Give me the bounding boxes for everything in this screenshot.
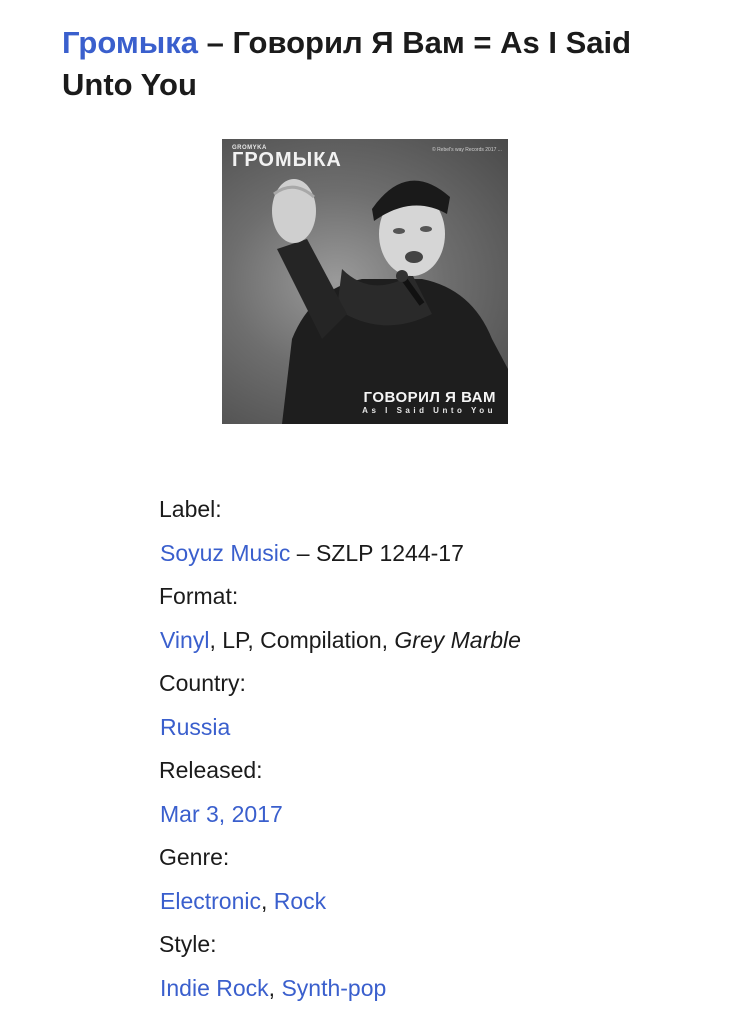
format-descriptions: , LP, Compilation,	[209, 626, 395, 653]
cover-artist-text: ГРОМЫКА	[232, 149, 342, 171]
label-value: Soyuz Music – SZLP 1244-17	[159, 536, 699, 580]
genre-link-rock[interactable]: Rock	[274, 888, 326, 914]
format-value: Vinyl, LP, Compilation, Grey Marble	[159, 623, 699, 667]
genre-value: Electronic, Rock	[159, 884, 699, 928]
released-value: Mar 3, 2017	[159, 797, 699, 841]
style-link-indie-rock[interactable]: Indie Rock	[160, 975, 269, 1001]
cover-subtitle-text: As I Said Unto You	[362, 406, 496, 415]
release-title: Громыка – Говорил Я Вам = As I Said Unto…	[62, 22, 702, 106]
released-heading: Released:	[159, 757, 263, 783]
style-separator: ,	[268, 974, 282, 1001]
country-heading: Country:	[159, 670, 246, 696]
style-link-synth-pop[interactable]: Synth-pop	[281, 975, 386, 1001]
genre-link-electronic[interactable]: Electronic	[160, 888, 261, 914]
style-heading: Style:	[159, 931, 217, 957]
genre-heading: Genre:	[159, 844, 230, 870]
release-details: Label: Soyuz Music – SZLP 1244-17 Format…	[159, 492, 699, 1014]
label-heading: Label:	[159, 496, 222, 522]
format-heading: Format:	[159, 583, 239, 609]
country-value: Russia	[159, 710, 699, 754]
label-link[interactable]: Soyuz Music	[160, 540, 290, 566]
country-link[interactable]: Russia	[160, 714, 230, 740]
genre-separator: ,	[260, 887, 274, 914]
released-link[interactable]: Mar 3, 2017	[160, 801, 283, 827]
album-cover-image[interactable]: GROMYKA ГРОМЫКА © Rebel's way Records 20…	[222, 139, 508, 424]
artist-link[interactable]: Громыка	[62, 25, 198, 60]
catalog-number: SZLP 1244-17	[315, 539, 464, 566]
cover-title-text: ГОВОРИЛ Я ВАМ	[363, 389, 496, 406]
cover-publisher-text: © Rebel's way Records 2017 ...	[432, 147, 502, 153]
style-value: Indie Rock, Synth-pop	[159, 971, 699, 1015]
format-color: Grey Marble	[394, 626, 521, 653]
title-separator: –	[198, 25, 233, 60]
label-separator: –	[290, 539, 316, 566]
format-link[interactable]: Vinyl	[160, 627, 209, 653]
cover-photo-illustration	[272, 179, 508, 424]
